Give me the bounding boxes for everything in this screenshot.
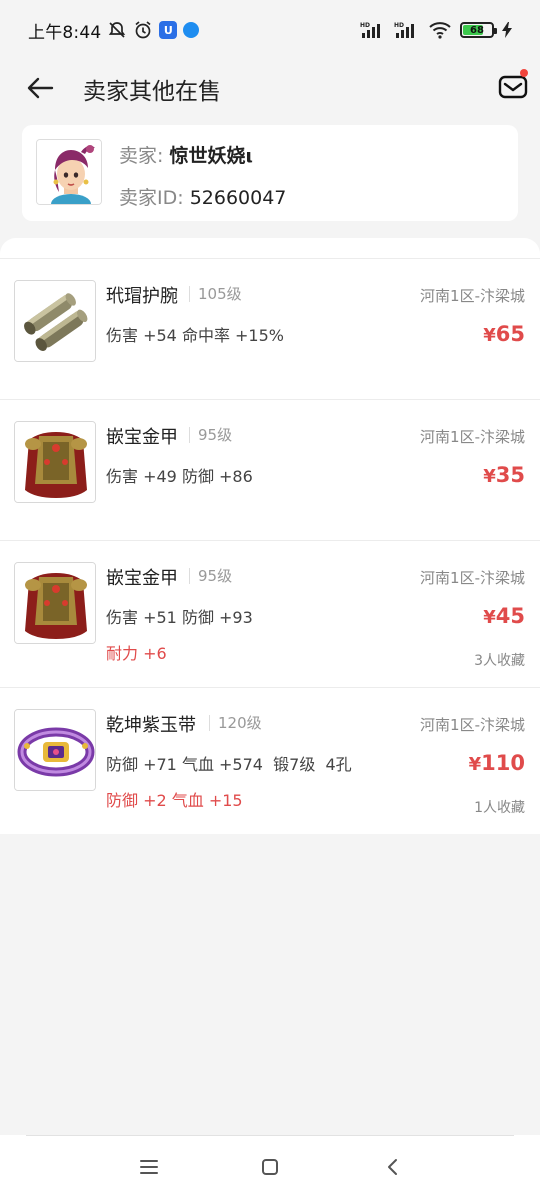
item-name: 乾坤紫玉带 xyxy=(106,715,196,736)
back-icon[interactable] xyxy=(381,1155,405,1179)
item-name: 嵌宝金甲 xyxy=(106,427,178,448)
item-extra-stats: 耐力 +6 xyxy=(106,644,167,663)
price-currency: ¥ xyxy=(468,754,482,775)
notification-dot xyxy=(520,69,528,77)
item-server: 河南1区-汴梁城 xyxy=(420,428,525,446)
seller-id-label: 卖家ID: xyxy=(119,187,184,209)
page-title: 卖家其他在售 xyxy=(83,79,221,105)
list-item[interactable]: 乾坤紫玉带 120级 河南1区-汴梁城 防御 +71 气血 +574 锻7级 4… xyxy=(0,687,540,834)
item-price: ¥35 xyxy=(483,463,525,487)
back-arrow-icon[interactable] xyxy=(24,72,56,104)
price-currency: ¥ xyxy=(483,607,496,628)
status-time: 上午8:44 xyxy=(28,22,102,43)
seller-name-row: 卖家: 惊世妖娆ι xyxy=(119,141,253,168)
charging-icon xyxy=(502,22,512,38)
item-favorites: 1人收藏 xyxy=(474,800,525,816)
seller-card[interactable]: 卖家: 惊世妖娆ι 卖家ID: 52660047 xyxy=(22,125,518,221)
seller-name: 惊世妖娆ι xyxy=(169,145,253,167)
item-name: 玳瑁护腕 xyxy=(106,286,178,307)
item-server: 河南1区-汴梁城 xyxy=(420,716,525,734)
hd-signal-icon: HD xyxy=(394,22,414,38)
price-value: 35 xyxy=(495,463,525,487)
home-icon[interactable] xyxy=(258,1155,282,1179)
wifi-icon xyxy=(429,22,451,39)
bracer-image xyxy=(15,281,95,361)
status-bar: 上午8:44 U HD HD 68 xyxy=(0,0,540,60)
item-level: 95级 xyxy=(189,568,232,584)
item-level: 105级 xyxy=(189,286,242,302)
menu-icon[interactable] xyxy=(137,1155,161,1179)
item-stats: 伤害 +54 命中率 +15% xyxy=(106,326,284,345)
armor-image xyxy=(15,563,95,643)
item-stats: 伤害 +49 防御 +86 xyxy=(106,467,253,486)
item-favorites: 3人收藏 xyxy=(474,653,525,669)
item-price: ¥65 xyxy=(483,322,525,346)
item-list: 玳瑁护腕 105级 河南1区-汴梁城 伤害 +54 命中率 +15% ¥65 嵌… xyxy=(0,238,540,834)
app-u-icon: U xyxy=(159,21,178,39)
list-item[interactable]: 玳瑁护腕 105级 河南1区-汴梁城 伤害 +54 命中率 +15% ¥65 xyxy=(0,258,540,399)
seller-name-label: 卖家: xyxy=(119,145,164,167)
item-name: 嵌宝金甲 xyxy=(106,568,178,589)
item-server: 河南1区-汴梁城 xyxy=(420,287,525,305)
svg-text:HD: HD xyxy=(360,22,370,29)
item-extra-stats: 防御 +2 气血 +15 xyxy=(106,791,243,810)
app-header: 卖家其他在售 xyxy=(0,60,540,116)
seller-avatar[interactable] xyxy=(36,139,102,205)
nav-divider xyxy=(26,1135,514,1136)
price-currency: ¥ xyxy=(483,325,496,346)
status-left-icons: U xyxy=(107,20,200,40)
mute-icon xyxy=(109,22,126,38)
price-value: 45 xyxy=(495,604,525,628)
item-server: 河南1区-汴梁城 xyxy=(420,569,525,587)
armor-image xyxy=(15,422,95,502)
battery-icon: 68 xyxy=(460,22,497,38)
item-thumbnail xyxy=(14,562,96,644)
item-price: ¥110 xyxy=(469,751,525,775)
item-level: 95级 xyxy=(189,427,232,443)
item-price: ¥45 xyxy=(483,604,525,628)
item-thumbnail xyxy=(14,421,96,503)
item-thumbnail xyxy=(14,709,96,791)
system-nav-bar xyxy=(0,1135,540,1200)
belt-image xyxy=(15,710,95,790)
hd-signal-icon: HD xyxy=(360,22,380,38)
status-right-icons: HD HD 68 xyxy=(360,21,512,39)
battery-level: 68 xyxy=(470,24,484,36)
avatar-image xyxy=(37,140,101,204)
svg-text:HD: HD xyxy=(394,22,404,29)
seller-id-row: 卖家ID: 52660047 xyxy=(119,183,286,210)
list-item[interactable]: 嵌宝金甲 95级 河南1区-汴梁城 伤害 +49 防御 +86 ¥35 xyxy=(0,399,540,540)
list-item[interactable]: 嵌宝金甲 95级 河南1区-汴梁城 伤害 +51 防御 +93 耐力 +6 ¥4… xyxy=(0,540,540,687)
item-level: 120级 xyxy=(209,715,262,731)
item-stats: 伤害 +51 防御 +93 xyxy=(106,608,253,627)
item-stats: 防御 +71 气血 +574 锻7级 4孔 xyxy=(106,755,352,774)
seller-id: 52660047 xyxy=(189,187,287,209)
price-currency: ¥ xyxy=(483,466,496,487)
price-value: 65 xyxy=(495,322,525,346)
alarm-icon xyxy=(135,21,151,39)
price-value: 110 xyxy=(481,751,525,775)
message-icon xyxy=(183,22,200,38)
item-thumbnail xyxy=(14,280,96,362)
